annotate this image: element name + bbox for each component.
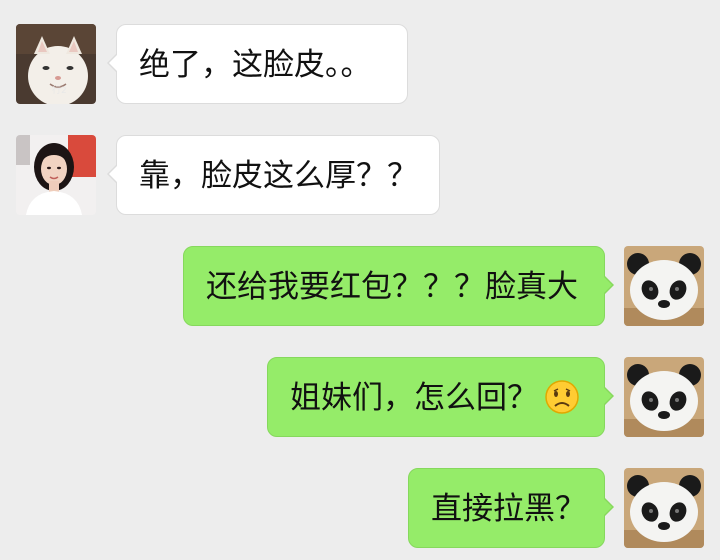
- panda-avatar[interactable]: [624, 357, 704, 437]
- message-bubble[interactable]: 姐妹们，怎么回？: [267, 357, 614, 437]
- message-text: 姐妹们，怎么回？: [290, 380, 538, 416]
- message-text: 绝了，这脸皮。。: [139, 47, 372, 83]
- panda-avatar[interactable]: [624, 468, 704, 548]
- woman-portrait-icon: [16, 135, 96, 215]
- message-text: 还给我要红包？？？脸真大: [206, 269, 578, 305]
- message-bubble[interactable]: 还给我要红包？？？脸真大: [183, 246, 614, 326]
- avatar-caption: 行2: [52, 86, 67, 96]
- cat-avatar[interactable]: 行2: [16, 24, 96, 104]
- message-bubble[interactable]: 直接拉黑？: [408, 468, 614, 548]
- frowning-face-emoji: [544, 379, 580, 415]
- panda-avatar[interactable]: [624, 246, 704, 326]
- woman-avatar[interactable]: [16, 135, 96, 215]
- message-bubble[interactable]: 绝了，这脸皮。。: [107, 24, 408, 104]
- panda-icon: [624, 246, 704, 326]
- message-text: 直接拉黑？: [431, 491, 586, 527]
- panda-icon: [624, 357, 704, 437]
- panda-icon: [624, 468, 704, 548]
- chat-window: 行2 绝了，这脸皮。。 靠，脸皮这么厚？？ 还给我要红包？？？脸真大 姐妹们，怎…: [0, 0, 720, 560]
- message-text: 靠，脸皮这么厚？？: [139, 158, 418, 194]
- message-bubble[interactable]: 靠，脸皮这么厚？？: [107, 135, 440, 215]
